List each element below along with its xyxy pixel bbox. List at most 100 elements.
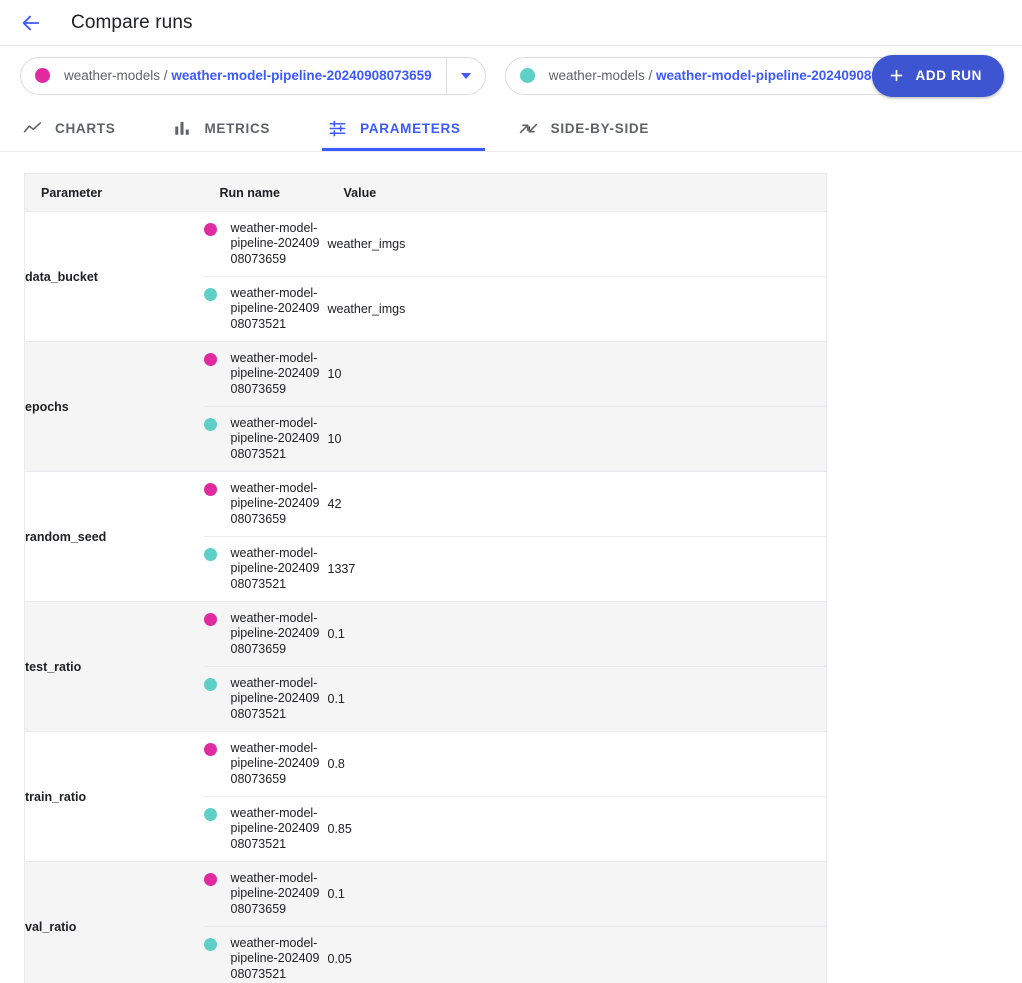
tab-charts-label: CHARTS <box>55 120 116 136</box>
table-row: val_ratio weather-model-pipeline-2024090… <box>24 861 827 983</box>
run-name-label: weather-model-pipeline-20240908073659 <box>230 350 320 396</box>
arrow-left-icon <box>20 12 42 34</box>
param-value-cell: 10 <box>327 341 827 407</box>
compress-arrows-icon <box>519 119 538 138</box>
top-app-bar: Compare runs <box>0 0 1022 45</box>
param-value-cell: 42 <box>327 471 827 537</box>
param-value-cell: 0.85 <box>327 796 827 862</box>
run-name-cell: weather-model-pipeline-20240908073521 <box>203 406 328 472</box>
run-color-dot-magenta <box>35 68 50 83</box>
run-chip-1-run: weather-model-pipeline-20240908073659 <box>171 68 432 83</box>
table-row: random_seed weather-model-pipeline-20240… <box>24 471 827 602</box>
param-name-cell: val_ratio <box>24 861 204 983</box>
table-row: epochs weather-model-pipeline-2024090807… <box>24 341 827 472</box>
add-run-button[interactable]: ADD RUN <box>871 54 1004 97</box>
column-header-parameter: Parameter <box>24 173 204 212</box>
tab-bar: CHARTS METRICS PARAMETERS SIDE-BY-SIDE <box>0 105 1022 152</box>
run-name-label: weather-model-pipeline-20240908073659 <box>230 610 320 656</box>
run-name-label: weather-model-pipeline-20240908073659 <box>230 740 320 786</box>
page-title: Compare runs <box>71 11 193 33</box>
run-name-label: weather-model-pipeline-20240908073521 <box>230 935 320 981</box>
run-color-dot-magenta <box>203 742 217 756</box>
table-row: data_bucket weather-model-pipeline-20240… <box>24 211 827 342</box>
run-color-dot-magenta <box>203 482 217 496</box>
run-color-dot-magenta <box>203 872 217 886</box>
run-name-cell: weather-model-pipeline-20240908073659 <box>203 211 328 277</box>
run-name-label: weather-model-pipeline-20240908073659 <box>230 870 320 916</box>
param-value-cell: weather_imgs <box>327 276 827 342</box>
param-group-train_ratio: train_ratio weather-model-pipeline-20240… <box>24 731 827 862</box>
plus-icon <box>888 67 905 84</box>
param-value-cell: 1337 <box>327 536 827 602</box>
chevron-down-icon <box>460 72 471 79</box>
run-color-dot-magenta <box>203 222 217 236</box>
table-row: train_ratio weather-model-pipeline-20240… <box>24 731 827 862</box>
run-color-dot-teal <box>203 417 217 431</box>
tab-parameters-label: PARAMETERS <box>360 120 461 136</box>
table-row: test_ratio weather-model-pipeline-202409… <box>24 601 827 732</box>
tab-metrics[interactable]: METRICS <box>167 105 294 151</box>
tab-parameters[interactable]: PARAMETERS <box>322 105 485 151</box>
table-header: Parameter Run name Value <box>24 173 827 212</box>
tab-metrics-label: METRICS <box>204 120 271 136</box>
run-name-cell: weather-model-pipeline-20240908073521 <box>203 276 328 342</box>
column-header-value: Value <box>327 173 827 212</box>
run-name-label: weather-model-pipeline-20240908073521 <box>230 285 320 331</box>
run-name-cell: weather-model-pipeline-20240908073659 <box>203 601 328 667</box>
table-header-row: Parameter Run name Value <box>24 173 827 212</box>
run-name-label: weather-model-pipeline-20240908073659 <box>230 220 320 266</box>
run-chip-2-main[interactable]: weather-models / weather-model-pipeline-… <box>506 58 931 94</box>
tune-sliders-icon <box>328 119 347 138</box>
param-name-cell: train_ratio <box>24 731 204 862</box>
run-chip-2-label: weather-models / weather-model-pipeline-… <box>549 68 917 83</box>
param-value-cell: 0.1 <box>327 666 827 732</box>
run-name-label: weather-model-pipeline-20240908073521 <box>230 805 320 851</box>
param-group-val_ratio: val_ratio weather-model-pipeline-2024090… <box>24 861 827 983</box>
column-header-run-name: Run name <box>203 173 328 212</box>
run-chip-1-dropdown[interactable] <box>445 57 485 94</box>
run-name-label: weather-model-pipeline-20240908073521 <box>230 415 320 461</box>
param-name-cell: data_bucket <box>24 211 204 342</box>
param-name-cell: random_seed <box>24 471 204 602</box>
param-name-cell: epochs <box>24 341 204 472</box>
param-value-cell: weather_imgs <box>327 211 827 277</box>
param-group-test_ratio: test_ratio weather-model-pipeline-202409… <box>24 601 827 732</box>
run-name-cell: weather-model-pipeline-20240908073659 <box>203 341 328 407</box>
run-color-dot-teal <box>203 287 217 301</box>
run-color-dot-magenta <box>203 352 217 366</box>
run-chip-1[interactable]: weather-models / weather-model-pipeline-… <box>20 56 486 95</box>
param-name-cell: test_ratio <box>24 601 204 732</box>
run-chip-1-label: weather-models / weather-model-pipeline-… <box>64 68 432 83</box>
tab-side-by-side-label: SIDE-BY-SIDE <box>550 120 650 136</box>
param-value-cell: 0.8 <box>327 731 827 797</box>
run-chip-2-experiment: weather-models <box>548 68 645 83</box>
run-color-dot-magenta <box>203 612 217 626</box>
run-name-cell: weather-model-pipeline-20240908073659 <box>203 861 328 927</box>
run-chip-1-separator: / <box>160 68 172 83</box>
run-color-dot-teal <box>519 68 535 83</box>
run-chip-1-main[interactable]: weather-models / weather-model-pipeline-… <box>21 58 446 94</box>
run-name-cell: weather-model-pipeline-20240908073521 <box>203 796 328 862</box>
tab-charts[interactable]: CHARTS <box>17 105 139 151</box>
bar-chart-icon <box>173 119 191 137</box>
parameters-comparison-table: Parameter Run name Value data_bucket wea… <box>24 173 827 983</box>
param-group-data_bucket: data_bucket weather-model-pipeline-20240… <box>24 211 827 342</box>
param-value-cell: 0.1 <box>327 861 827 927</box>
tab-side-by-side[interactable]: SIDE-BY-SIDE <box>513 105 673 151</box>
back-button[interactable] <box>14 6 48 40</box>
run-name-cell: weather-model-pipeline-20240908073521 <box>203 926 328 983</box>
run-name-cell: weather-model-pipeline-20240908073659 <box>203 471 328 537</box>
run-color-dot-teal <box>203 937 217 951</box>
parameters-table-container: Parameter Run name Value data_bucket wea… <box>0 152 1022 983</box>
param-value-cell: 10 <box>327 406 827 472</box>
run-name-label: weather-model-pipeline-20240908073521 <box>230 545 320 591</box>
param-value-cell: 0.1 <box>327 601 827 667</box>
line-chart-icon <box>23 119 42 138</box>
param-group-epochs: epochs weather-model-pipeline-2024090807… <box>24 341 827 472</box>
run-chip-1-experiment: weather-models <box>64 68 161 83</box>
run-name-label: weather-model-pipeline-20240908073521 <box>230 675 320 721</box>
run-color-dot-teal <box>203 677 217 691</box>
run-name-cell: weather-model-pipeline-20240908073521 <box>203 536 328 602</box>
param-group-random_seed: random_seed weather-model-pipeline-20240… <box>24 471 827 602</box>
run-color-dot-teal <box>203 547 217 561</box>
